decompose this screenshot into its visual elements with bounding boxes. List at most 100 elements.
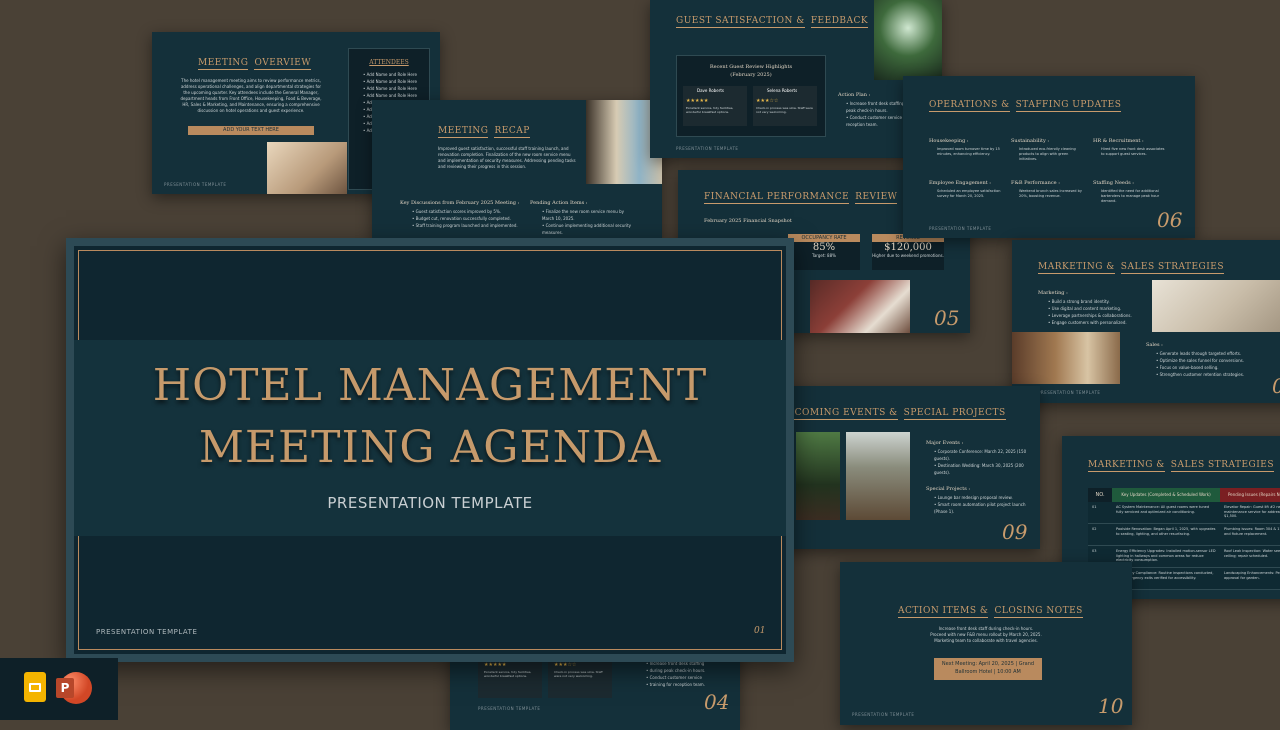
operations-item-text: Scheduled an employee satisfaction surve… bbox=[937, 189, 1001, 198]
powerpoint-icon[interactable]: P bbox=[56, 672, 92, 704]
operations-item: HR & Recruitment : Hired five new front d… bbox=[1093, 138, 1167, 157]
marketing-title: Marketing : bbox=[1038, 290, 1068, 296]
list-item: Corporate Conference: March 22, 2025 (15… bbox=[934, 448, 1034, 462]
table-cell-issue: Roof Leak Inspection: Water seepage in t… bbox=[1220, 546, 1280, 568]
courtyard-photo bbox=[796, 432, 840, 520]
next-meeting-button[interactable]: Next Meeting: April 20, 2025 | Grand Bal… bbox=[934, 658, 1042, 680]
list-item: Continue implementing additional securit… bbox=[542, 222, 632, 236]
list-item: Leverage partnerships & collaborations. bbox=[1048, 312, 1132, 319]
garden-photo bbox=[874, 0, 942, 80]
add-text-button[interactable]: ADD YOUR TEXT HERE bbox=[188, 126, 314, 135]
list-item: Add Name and Role Here bbox=[363, 85, 417, 92]
slide-footer: PRESENTATION TEMPLATE bbox=[164, 182, 227, 187]
operations-item-heading: Housekeeping : bbox=[929, 138, 969, 144]
list-item: Destination Wedding: March 30, 2025 (200… bbox=[934, 462, 1034, 476]
operations-item-text: Hired five new front desk associates to … bbox=[1101, 147, 1165, 156]
operations-item: F&B Performance : Weekend brunch sales in… bbox=[1011, 180, 1085, 199]
list-item: Engage customers with personalized. bbox=[1048, 319, 1132, 326]
list-item: Add Name and Role Here bbox=[363, 78, 417, 85]
slide-footer: PRESENTATION TEMPLATE bbox=[929, 226, 992, 231]
hotel-room-photo bbox=[267, 142, 347, 194]
powerpoint-letter: P bbox=[56, 678, 74, 698]
table-cell-update: Poolside Renovation: Began April 1, 2025… bbox=[1112, 524, 1220, 546]
slide-marketing-sales[interactable]: MARKETING & SALES STRATEGIES Marketing : … bbox=[1012, 240, 1280, 403]
lobby-photo bbox=[1152, 280, 1280, 332]
slide-title: ACTION ITEMS & CLOSING NOTES bbox=[898, 606, 1083, 618]
operations-item-text: Improved room turnover time by 15 minute… bbox=[937, 147, 1000, 156]
page-number: 10 bbox=[1098, 694, 1124, 718]
operations-item-heading: Employee Engagement : bbox=[929, 180, 991, 186]
slide-footer: PRESENTATION TEMPLATE bbox=[852, 712, 915, 717]
list-item: Add Name and Role Here bbox=[363, 71, 417, 78]
table-cell-issue: Elevator Repair: Guest lift #2 needs mai… bbox=[1220, 502, 1280, 524]
sales-list: Generate leads through targeted efforts.… bbox=[1156, 350, 1244, 378]
rating-stars: ★★★★★ bbox=[484, 662, 507, 668]
operations-item-text: Weekend brunch sales increased by 20%, b… bbox=[1019, 189, 1082, 198]
recap-body: Improved guest satisfaction, successful … bbox=[438, 146, 576, 169]
attendees-title: ATTENDEES bbox=[369, 59, 409, 66]
list-item: Use digital and content marketing. bbox=[1048, 305, 1132, 312]
table-cell-update: AC System Maintenance: All guest rooms w… bbox=[1112, 502, 1220, 524]
review-card: Recent Guest Review Highlights (February… bbox=[676, 55, 826, 137]
major-events-list: Corporate Conference: March 22, 2025 (15… bbox=[934, 448, 1034, 476]
main-title-line1: HOTEL MANAGEMENT bbox=[152, 360, 708, 411]
slide-closing-notes[interactable]: ACTION ITEMS & CLOSING NOTES Increase fro… bbox=[840, 562, 1132, 725]
main-title-line2: MEETING AGENDA bbox=[198, 422, 662, 473]
rating-stars: ★★★★★ bbox=[686, 98, 709, 104]
list-item: during peak check-in hours. bbox=[646, 667, 706, 674]
main-slide-frame[interactable]: HOTEL MANAGEMENT MEETING AGENDA PRESENTA… bbox=[66, 238, 794, 662]
page-number: 05 bbox=[934, 306, 960, 330]
action-plan-list: Increase front desk staffingduring peak … bbox=[646, 660, 706, 688]
closing-lines: Increase front desk staff during check-i… bbox=[880, 626, 1092, 644]
list-item: Lounge bar redesign proposal review. bbox=[934, 494, 1034, 501]
kpi-occupancy: OCCUPANCY RATE 85% Target: 88% bbox=[788, 234, 860, 270]
review-1: Dave Roberts ★★★★★ Excellent service, ti… bbox=[683, 86, 747, 126]
table-cell-issue: Plumbing issues: Room 304 & 112 need pip… bbox=[1220, 524, 1280, 546]
slide-operations-staffing[interactable]: OPERATIONS & STAFFING UPDATES Housekeepin… bbox=[903, 76, 1195, 238]
list-item: Guest satisfaction scores improved by 5%… bbox=[412, 208, 518, 215]
slide-guest-satisfaction[interactable]: GUEST SATISFACTION & FEEDBACK Recent Gues… bbox=[650, 0, 942, 158]
list-item: Staff training program launched and impl… bbox=[412, 222, 518, 229]
page-number: 06 bbox=[1157, 208, 1183, 232]
recap-col2-title: Pending Action Items : bbox=[530, 200, 588, 206]
recap-col1-list: Guest satisfaction scores improved by 5%… bbox=[412, 208, 518, 229]
list-item: Generate leads through targeted efforts. bbox=[1156, 350, 1244, 357]
financial-snapshot: February 2025 Financial Snapshot bbox=[704, 218, 792, 224]
google-slides-icon[interactable] bbox=[24, 672, 46, 702]
operations-item: Housekeeping : Improved room turnover tim… bbox=[929, 138, 1003, 157]
main-footer: PRESENTATION TEMPLATE bbox=[96, 628, 198, 636]
slide-title: MARKETING & SALES STRATEGIES bbox=[1088, 460, 1275, 472]
review-2: ★★★☆☆ Check-in process was slow. Staff w… bbox=[548, 658, 612, 698]
kpi-revenue: REVENUE $120,000 Higher due to weekend p… bbox=[872, 234, 944, 270]
slide-title: MEETING OVERVIEW bbox=[198, 58, 312, 70]
list-item: Finalize the new room service menu by Ma… bbox=[542, 208, 632, 222]
sales-title: Sales : bbox=[1146, 342, 1163, 348]
operations-item: Sustainability : Introduced eco-friendly … bbox=[1011, 138, 1085, 162]
recap-col1-title: Key Discussions from February 2025 Meeti… bbox=[400, 200, 520, 206]
rating-stars: ★★★☆☆ bbox=[756, 98, 779, 104]
operations-item-heading: F&B Performance : bbox=[1011, 180, 1060, 186]
closing-line: Marketing team to collaborate with trave… bbox=[934, 638, 1038, 643]
operations-item: Staffing Needs : Identified the need for … bbox=[1093, 180, 1167, 204]
review-2: Selena Roberts ★★★☆☆ Check-in process wa… bbox=[753, 86, 817, 126]
slide-meeting-recap[interactable]: MEETING RECAP Improved guest satisfaction… bbox=[372, 100, 662, 240]
slide-upcoming-events[interactable]: UPCOMING EVENTS & SPECIAL PROJECTS Major … bbox=[770, 386, 1040, 549]
list-item: Strengthen customer retention strategies… bbox=[1156, 371, 1244, 378]
marketing-list: Build a strong brand identity.Use digita… bbox=[1048, 298, 1132, 326]
special-projects-title: Special Projects : bbox=[926, 486, 971, 492]
action-plan-title: Action Plan : bbox=[838, 92, 871, 98]
table-cell-no: 02 bbox=[1088, 524, 1112, 546]
bedroom-photo bbox=[810, 280, 910, 333]
operations-item-heading: Sustainability : bbox=[1011, 138, 1050, 144]
slide-title: FINANCIAL PERFORMANCE REVIEW bbox=[704, 192, 898, 204]
slide-title: OPERATIONS & STAFFING UPDATES bbox=[929, 100, 1122, 112]
operations-item-text: Introduced eco-friendly cleaning product… bbox=[1019, 147, 1076, 161]
banquet-photo bbox=[846, 432, 910, 520]
operations-item: Employee Engagement : Scheduled an employ… bbox=[929, 180, 1003, 199]
main-page-number: 01 bbox=[754, 626, 766, 636]
review-card-title: Recent Guest Review Highlights bbox=[709, 64, 793, 70]
list-item: Focus on value-based selling. bbox=[1156, 364, 1244, 371]
recap-col2-list: Finalize the new room service menu by Ma… bbox=[542, 208, 632, 236]
main-slide: HOTEL MANAGEMENT MEETING AGENDA PRESENTA… bbox=[74, 246, 786, 654]
list-item: Smart room automation pilot project laun… bbox=[934, 501, 1034, 515]
